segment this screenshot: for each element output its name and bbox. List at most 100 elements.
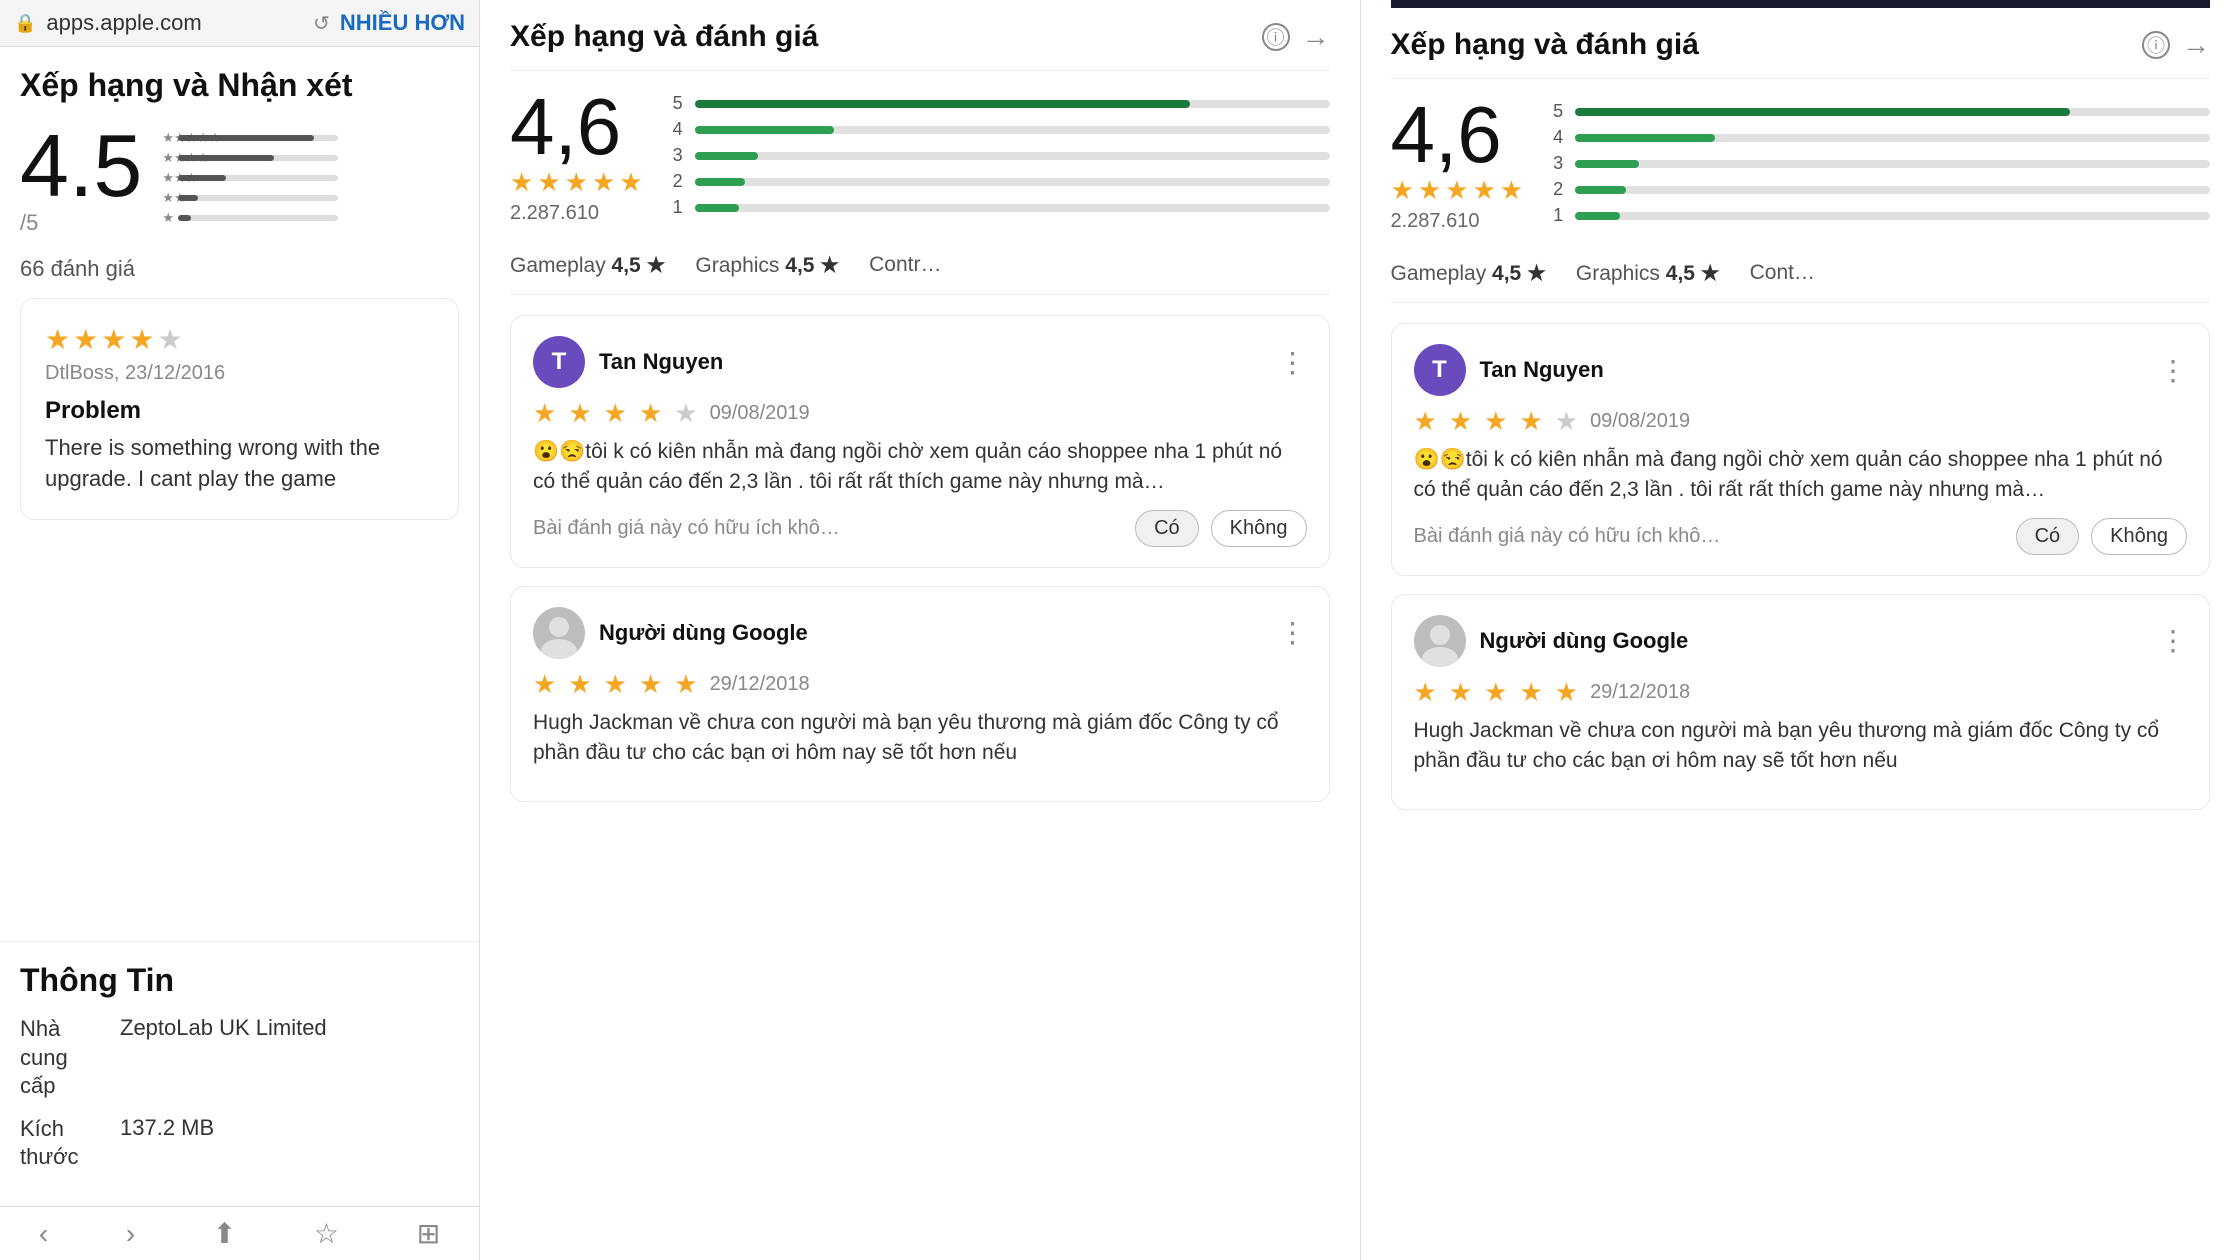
right-bar-row-2: 2	[1553, 179, 2210, 200]
info-label-provider: Nhà cung cấp	[20, 1015, 100, 1101]
share-icon[interactable]: ⬆	[213, 1217, 236, 1250]
middle-reviewer-1-avatar: T	[533, 336, 585, 388]
middle-review-2-meta: ★ ★ ★ ★ ★ 29/12/2018	[533, 669, 1307, 700]
middle-bar-fill-2	[695, 178, 746, 186]
right-review-2-text: Hugh Jackman về chưa con người mà bạn yê…	[1414, 716, 2188, 777]
info-value-provider: ZeptoLab UK Limited	[120, 1015, 327, 1101]
arrow-right-icon[interactable]: →	[1302, 21, 1330, 53]
forward-icon[interactable]: ›	[126, 1218, 135, 1250]
middle-review-1-text: 😮😒tôi k có kiên nhẫn mà đang ngồi chờ xe…	[533, 437, 1307, 498]
right-bar-fill-1	[1575, 212, 1619, 220]
right-cat-controls: Cont…	[1750, 261, 1815, 286]
left-content: Xếp hạng và Nhận xét 4.5 /5 ★★★★★ ★★★★	[0, 47, 479, 941]
middle-review-2: Người dùng Google ⋮ ★ ★ ★ ★ ★ 29/12/2018…	[510, 586, 1330, 802]
star-bar-fill-2	[178, 195, 197, 201]
middle-bar-row-2: 2	[673, 171, 1330, 192]
bookmark-icon[interactable]: ☆	[314, 1217, 339, 1250]
middle-helpful-no-1[interactable]: Không	[1211, 510, 1307, 547]
middle-bar-fill-5	[695, 100, 1190, 108]
lock-icon: 🔒	[14, 13, 36, 34]
stars-breakdown: ★★★★★ ★★★★ ★★★	[162, 130, 338, 226]
star-bar-bg-5	[178, 135, 338, 141]
middle-reviewer-2-avatar	[533, 607, 585, 659]
ratings-reviews-title: Xếp hạng và Nhận xét	[20, 67, 459, 104]
middle-reviewer-2-more[interactable]: ⋮	[1279, 616, 1307, 649]
right-cat-gameplay: Gameplay 4,5 ★	[1391, 261, 1546, 286]
right-arrow-right-icon[interactable]: →	[2182, 29, 2210, 61]
reload-icon[interactable]: ↺	[313, 11, 330, 36]
right-big-score: 4,6 ★ ★ ★ ★ ★ 2.287.610	[1391, 95, 1524, 245]
left-panel: 🔒 apps.apple.com ↺ NHIỀU HƠN Xếp hạng và…	[0, 0, 480, 1260]
middle-review-2-text: Hugh Jackman về chưa con người mà bạn yê…	[533, 708, 1307, 769]
middle-helpful-yes-1[interactable]: Có	[1135, 510, 1199, 547]
big-rating-number: 4.5 /5	[20, 122, 142, 236]
right-review-2: Người dùng Google ⋮ ★ ★ ★ ★ ★ 29/12/2018…	[1391, 594, 2211, 810]
right-bar-fill-3	[1575, 160, 1638, 168]
right-helpful-no-1[interactable]: Không	[2091, 518, 2187, 555]
star-row-1: ★	[162, 210, 338, 226]
info-label-size: Kích thước	[20, 1115, 100, 1172]
middle-review-1: T Tan Nguyen ⋮ ★ ★ ★ ★ ★ 09/08/2019 😮😒tô…	[510, 315, 1330, 568]
right-top-bar	[1391, 0, 2211, 8]
star-bar-fill-3	[178, 175, 226, 181]
middle-header-title: Xếp hạng và đánh giá	[510, 20, 1250, 54]
rating-footer: 66 đánh giá	[20, 256, 459, 282]
right-review-2-date: 29/12/2018	[1590, 681, 1690, 704]
info-row-size: Kích thước 137.2 MB	[20, 1115, 459, 1172]
middle-bars: 5 4 3 2	[673, 93, 1330, 218]
middle-panel: Xếp hạng và đánh giá ⓘ → 4,6 ★ ★ ★ ★ ★ 2…	[480, 0, 1361, 1260]
right-bar-row-3: 3	[1553, 153, 2210, 174]
right-header-title: Xếp hạng và đánh giá	[1391, 28, 2131, 62]
middle-bar-fill-1	[695, 204, 739, 212]
right-ratings-count: 2.287.610	[1391, 210, 1524, 233]
right-bar-fill-4	[1575, 134, 1715, 142]
right-reviewer-2-name: Người dùng Google	[1480, 628, 2146, 654]
review-card: ★ ★ ★ ★ ★ DtlBoss, 23/12/2016 Problem Th…	[20, 298, 459, 520]
review-body: There is something wrong with the upgrad…	[45, 433, 434, 495]
right-reviewer-1-name: Tan Nguyen	[1480, 357, 2146, 383]
info-icon[interactable]: ⓘ	[1262, 23, 1290, 51]
url-text[interactable]: apps.apple.com	[46, 10, 303, 36]
star-bar-fill-1	[178, 215, 191, 221]
review-title: Problem	[45, 397, 434, 425]
middle-bar-fill-4	[695, 126, 835, 134]
info-title: Thông Tin	[20, 962, 459, 999]
right-reviewer-1-more[interactable]: ⋮	[2159, 354, 2187, 387]
middle-reviewer-2-name: Người dùng Google	[599, 620, 1265, 646]
middle-review-1-meta: ★ ★ ★ ★ ★ 09/08/2019	[533, 398, 1307, 429]
middle-reviewer-1-name: Tan Nguyen	[599, 349, 1265, 375]
middle-reviewer-1-header: T Tan Nguyen ⋮	[533, 336, 1307, 388]
right-helpful-yes-1[interactable]: Có	[2016, 518, 2080, 555]
middle-review-2-date: 29/12/2018	[710, 673, 810, 696]
middle-reviewer-1-more[interactable]: ⋮	[1279, 346, 1307, 379]
middle-bar-row-1: 1	[673, 197, 1330, 218]
star-bar-bg-4	[178, 155, 338, 161]
middle-cat-controls: Contr…	[869, 253, 941, 278]
middle-category-ratings: Gameplay 4,5 ★ Graphics 4,5 ★ Contr…	[510, 253, 1330, 295]
middle-bar-fill-3	[695, 152, 758, 160]
middle-ratings-count: 2.287.610	[510, 202, 643, 225]
star-row-5: ★★★★★	[162, 130, 338, 146]
right-review-1-date: 09/08/2019	[1590, 410, 1690, 433]
right-info-icon[interactable]: ⓘ	[2142, 31, 2170, 59]
middle-cat-graphics: Graphics 4,5 ★	[695, 253, 839, 278]
middle-reviewer-2-header: Người dùng Google ⋮	[533, 607, 1307, 659]
more-button[interactable]: NHIỀU HƠN	[340, 10, 465, 36]
right-cat-graphics: Graphics 4,5 ★	[1576, 261, 1720, 286]
right-rating-section: 4,6 ★ ★ ★ ★ ★ 2.287.610 5 4	[1391, 95, 2211, 245]
back-icon[interactable]: ‹	[39, 1218, 48, 1250]
right-review-1: T Tan Nguyen ⋮ ★ ★ ★ ★ ★ 09/08/2019 😮😒tô…	[1391, 323, 2211, 576]
tabs-icon[interactable]: ⊞	[417, 1217, 440, 1250]
info-section: Thông Tin Nhà cung cấp ZeptoLab UK Limit…	[0, 941, 479, 1206]
right-header: Xếp hạng và đánh giá ⓘ →	[1391, 8, 2211, 79]
middle-review-1-helpful: Bài đánh giá này có hữu ích khô… Có Khôn…	[533, 510, 1307, 547]
right-reviewer-1-header: T Tan Nguyen ⋮	[1414, 344, 2188, 396]
info-row-provider: Nhà cung cấp ZeptoLab UK Limited	[20, 1015, 459, 1101]
info-value-size: 137.2 MB	[120, 1115, 214, 1172]
middle-header: Xếp hạng và đánh giá ⓘ →	[510, 0, 1330, 71]
rating-count: 66 đánh giá	[20, 256, 135, 282]
right-bar-row-4: 4	[1553, 127, 2210, 148]
bottom-nav: ‹ › ⬆ ☆ ⊞	[0, 1206, 479, 1260]
right-reviewer-2-more[interactable]: ⋮	[2159, 624, 2187, 657]
star-bar-fill-4	[178, 155, 274, 161]
